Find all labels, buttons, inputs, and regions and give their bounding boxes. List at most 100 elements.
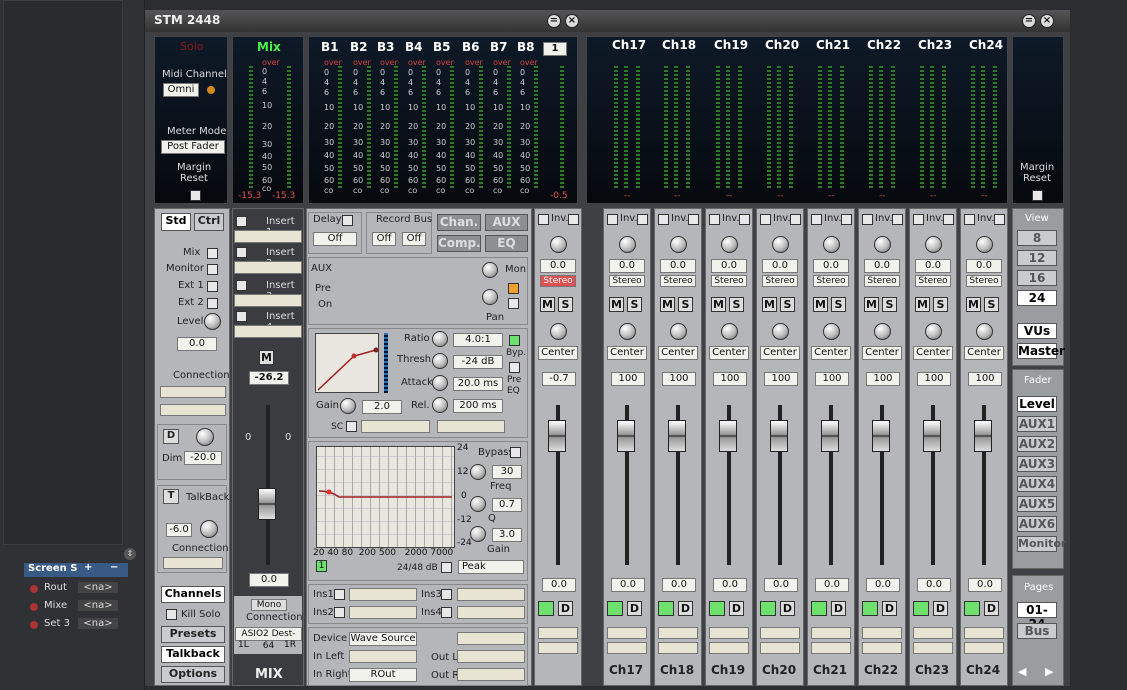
mon-on-checkbox[interactable]: [508, 298, 519, 309]
screen-list-item[interactable]: Mixe <na>: [30, 600, 130, 614]
eq-gain-value[interactable]: 3.0: [492, 528, 522, 542]
dim-toggle[interactable]: D: [163, 429, 179, 444]
comp-tab[interactable]: Comp.: [437, 235, 481, 252]
fader-handle[interactable]: [719, 420, 737, 452]
freq-value[interactable]: 30: [492, 465, 522, 479]
gain-knob[interactable]: [976, 236, 993, 253]
record-button[interactable]: [538, 601, 554, 616]
insert-bypass-checkbox[interactable]: [236, 280, 247, 291]
fader-value[interactable]: 0.0: [917, 578, 951, 592]
fader-handle[interactable]: [923, 420, 941, 452]
volume-value[interactable]: 100: [815, 372, 849, 386]
solo-button[interactable]: S: [831, 297, 846, 312]
insert-field[interactable]: [234, 325, 302, 338]
master-button[interactable]: Master: [1017, 343, 1065, 359]
pan-knob[interactable]: [823, 323, 840, 340]
pan-knob[interactable]: [619, 323, 636, 340]
vus-button[interactable]: VUs: [1017, 323, 1057, 339]
chan-tab[interactable]: Chan.: [437, 214, 481, 231]
eq-bypass-checkbox[interactable]: [510, 447, 521, 458]
rel-knob[interactable]: [432, 397, 448, 413]
fader-value[interactable]: 0.0: [611, 578, 645, 592]
sc-source-field[interactable]: [361, 420, 430, 433]
in-left-field[interactable]: [349, 650, 417, 663]
routing-field-2[interactable]: [913, 642, 953, 654]
insert-field[interactable]: [234, 261, 302, 274]
bus-page-field[interactable]: 1: [543, 42, 567, 56]
presets-button[interactable]: Presets: [161, 626, 225, 643]
pan-knob[interactable]: [874, 323, 891, 340]
pan-knob[interactable]: [550, 323, 567, 340]
out-l-field[interactable]: [457, 650, 525, 663]
fader-handle[interactable]: [821, 420, 839, 452]
d-button[interactable]: D: [882, 601, 897, 616]
pan-knob[interactable]: [482, 289, 498, 305]
fader-level-button[interactable]: Level: [1017, 396, 1057, 412]
ins3-field[interactable]: [457, 588, 525, 601]
mute-button[interactable]: M: [813, 297, 828, 312]
byp-checkbox[interactable]: [509, 335, 520, 346]
insert-slot[interactable]: Insert 4: [234, 308, 302, 338]
insert-slot[interactable]: Insert 3: [234, 277, 302, 307]
pan-value[interactable]: Center: [607, 346, 647, 360]
gain-value[interactable]: 0.0: [762, 259, 798, 273]
minimize-icon[interactable]: =: [1022, 14, 1036, 28]
mon-knob[interactable]: [482, 262, 498, 278]
routing-field[interactable]: [538, 627, 578, 639]
prev-page-icon[interactable]: ◀: [1018, 665, 1026, 678]
ins4-field[interactable]: [457, 606, 525, 619]
routing-field[interactable]: [709, 627, 749, 639]
stereo-button[interactable]: Stereo: [864, 275, 900, 287]
gain-value[interactable]: 0.0: [915, 259, 951, 273]
level-value[interactable]: 0.0: [177, 337, 217, 351]
pan-value[interactable]: Center: [964, 346, 1004, 360]
solo-button[interactable]: S: [729, 297, 744, 312]
eq-type-field[interactable]: Peak: [458, 560, 524, 574]
gain-knob[interactable]: [874, 236, 891, 253]
d-button[interactable]: D: [627, 601, 642, 616]
routing-field[interactable]: [658, 627, 698, 639]
routing-field-2[interactable]: [607, 642, 647, 654]
pan-knob[interactable]: [670, 323, 687, 340]
ratio-value[interactable]: 4.0:1: [453, 333, 503, 347]
insert-bypass-checkbox[interactable]: [236, 247, 247, 258]
margin-reset-button[interactable]: [190, 190, 201, 201]
device-field-2[interactable]: [457, 632, 525, 645]
minimize-icon[interactable]: =: [547, 14, 561, 28]
view-8-button[interactable]: 8: [1017, 230, 1057, 246]
delay-checkbox[interactable]: [342, 215, 353, 226]
connection-field-1[interactable]: [160, 386, 226, 398]
eq-gain-knob[interactable]: [470, 526, 486, 542]
volume-value[interactable]: 100: [917, 372, 951, 386]
routing-field-2[interactable]: [811, 642, 851, 654]
mon-pre-checkbox[interactable]: [508, 283, 519, 294]
record-bus-1[interactable]: Off: [372, 232, 396, 246]
gain-value[interactable]: 0.0: [711, 259, 747, 273]
bus-page-button[interactable]: Bus: [1017, 623, 1057, 639]
talkback-panel-button[interactable]: Talkback: [161, 646, 225, 663]
mute-button[interactable]: M: [864, 297, 879, 312]
record-button[interactable]: [760, 601, 776, 616]
routing-field[interactable]: [607, 627, 647, 639]
pan-knob[interactable]: [772, 323, 789, 340]
solo-button[interactable]: S: [780, 297, 795, 312]
inv-checkbox-2[interactable]: [892, 214, 903, 225]
talkback-toggle[interactable]: T: [163, 489, 179, 504]
master-mute-button[interactable]: M: [259, 350, 274, 365]
freq-knob[interactable]: [470, 464, 486, 480]
volume-value[interactable]: 100: [764, 372, 798, 386]
fader-aux1-button[interactable]: AUX1: [1017, 416, 1057, 432]
volume-value[interactable]: -0.7: [542, 372, 576, 386]
routing-field[interactable]: [913, 627, 953, 639]
delay-value[interactable]: Off: [313, 232, 357, 246]
insert-slot[interactable]: Insert 2: [234, 244, 302, 274]
fader-aux5-button[interactable]: AUX5: [1017, 496, 1057, 512]
routing-field-2[interactable]: [658, 642, 698, 654]
pan-value[interactable]: Center: [760, 346, 800, 360]
master-value-top[interactable]: -26.2: [249, 371, 289, 385]
gain-value[interactable]: 0.0: [864, 259, 900, 273]
inv-checkbox-2[interactable]: [994, 214, 1005, 225]
volume-value[interactable]: 100: [866, 372, 900, 386]
volume-value[interactable]: 100: [611, 372, 645, 386]
talkback-value[interactable]: -6.0: [166, 523, 192, 537]
